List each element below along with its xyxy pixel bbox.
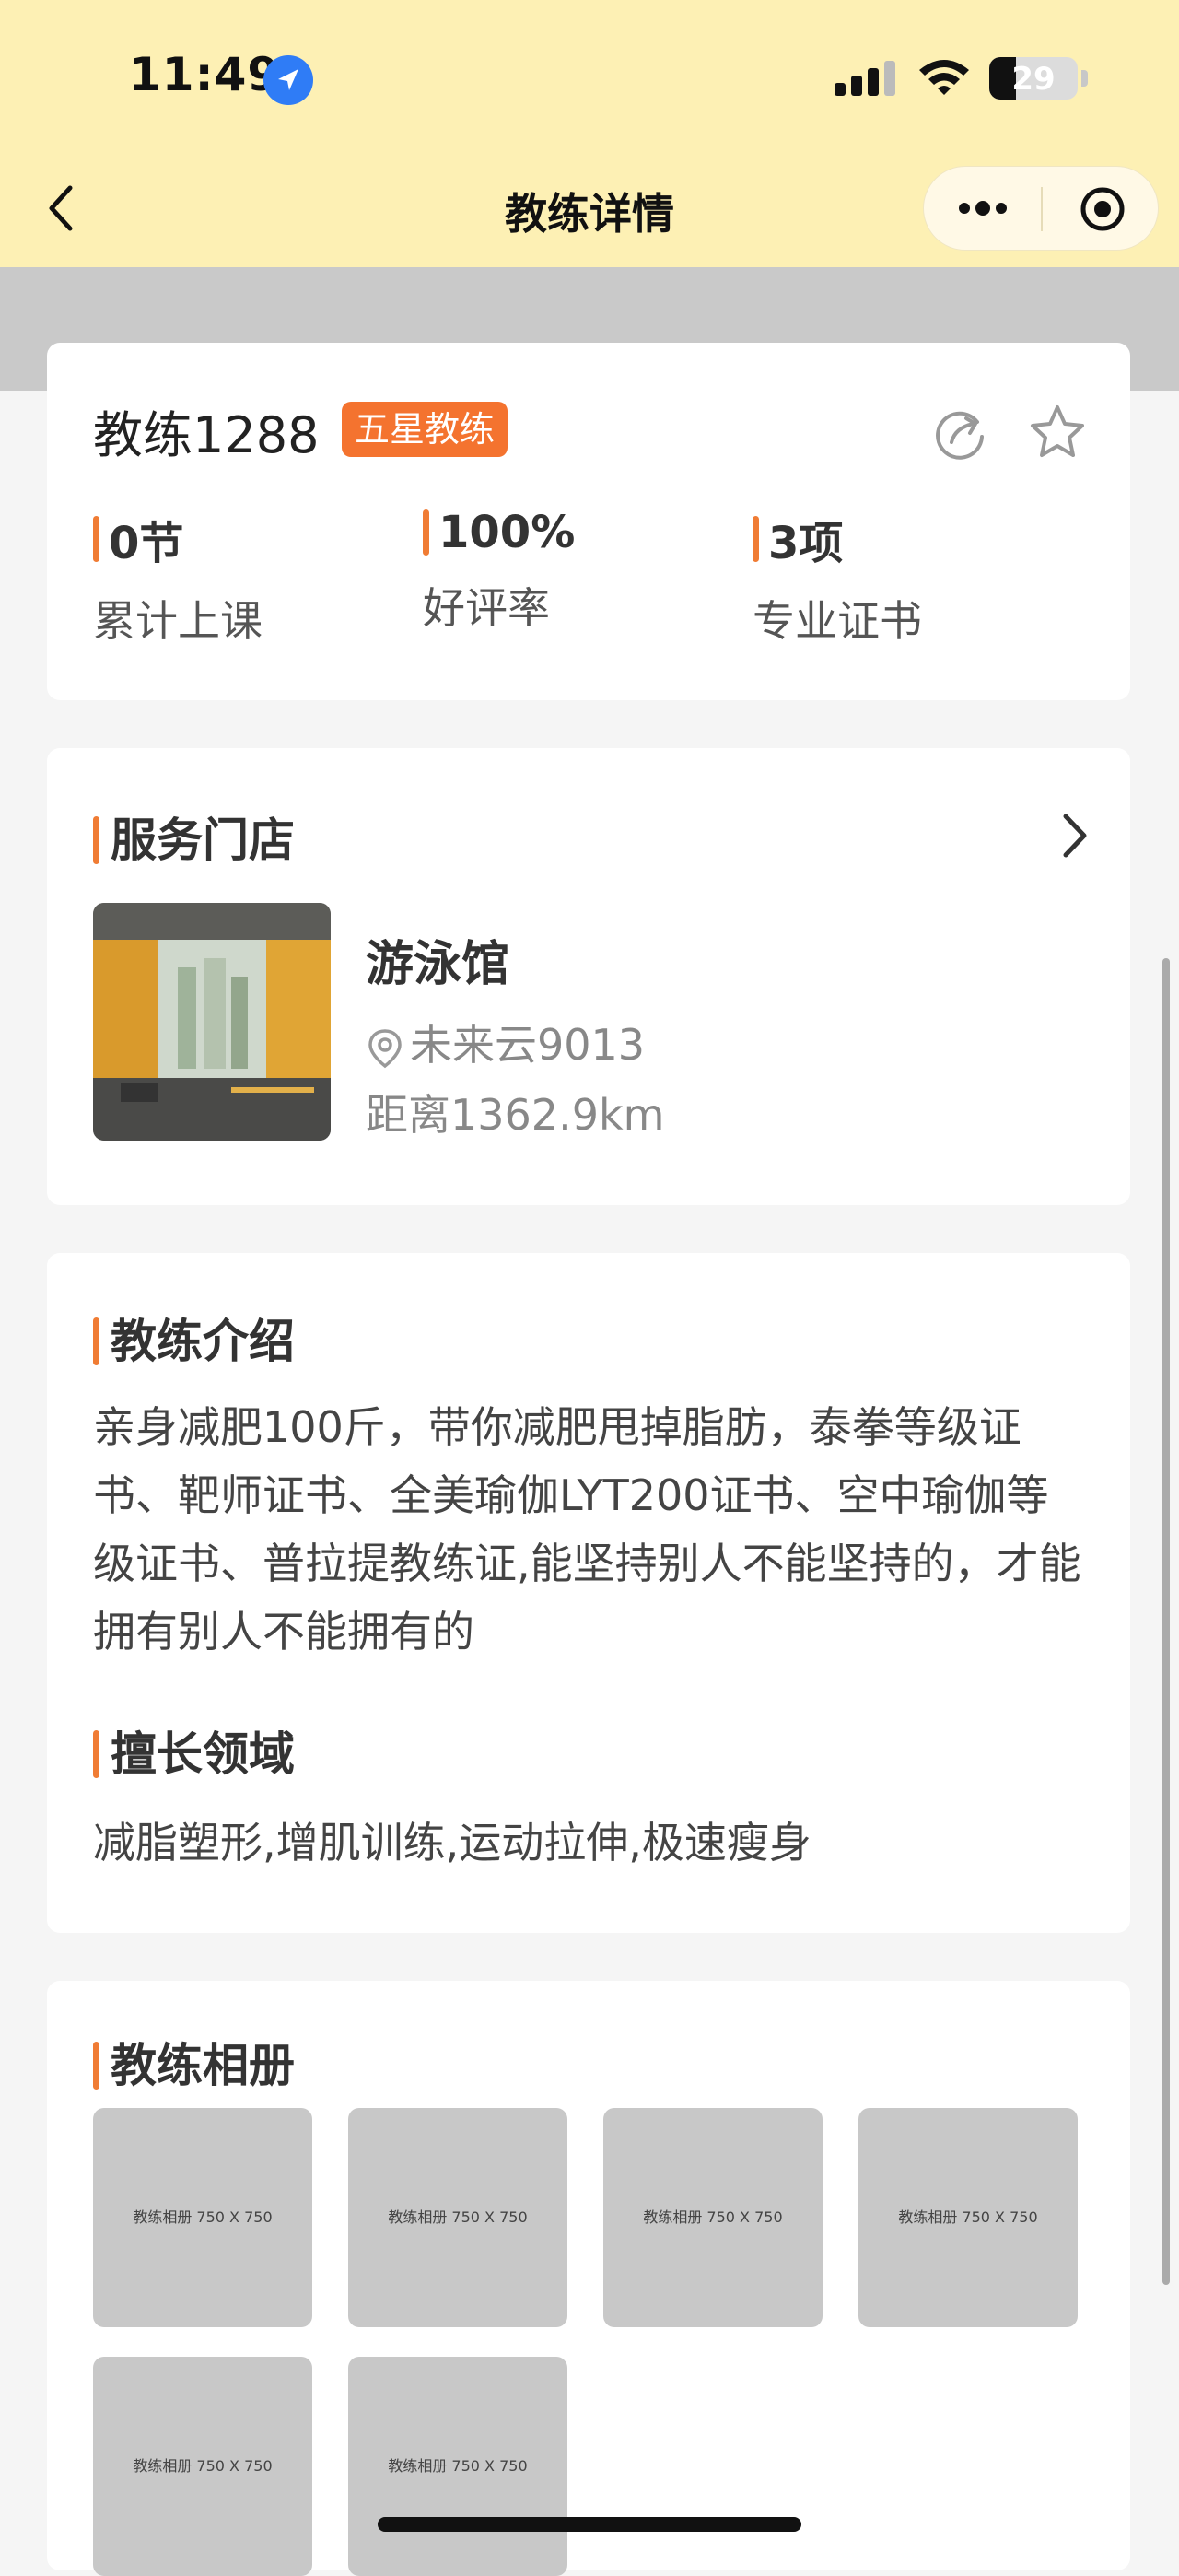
- stat-classes: 0节 累计上课: [93, 507, 263, 649]
- coach-level-badge: 五星教练: [342, 402, 508, 457]
- battery-tip: [1081, 70, 1088, 87]
- chevron-right-icon[interactable]: [1056, 809, 1093, 862]
- skills-text: 减脂塑形,增肌训练,运动拉伸,极速瘦身: [93, 1818, 811, 1868]
- album-photo[interactable]: 教练相册 750 X 750: [93, 2108, 312, 2327]
- coach-intro-card: 教练介绍 亲身减肥100斤，带你减肥甩掉脂肪，泰拳等级证书、靶师证书、全美瑜伽L…: [47, 1253, 1130, 1933]
- status-time: 11:49: [129, 48, 281, 101]
- section-title-text: 服务门店: [111, 814, 295, 867]
- coach-info-card: 教练1288 五星教练 0节 累计上课 100% 好评率 3项 专业证书: [47, 343, 1130, 700]
- cellular-signal-icon: [835, 61, 895, 96]
- close-target-icon[interactable]: [1079, 185, 1126, 233]
- more-dots-icon[interactable]: [955, 194, 1010, 222]
- service-store-card[interactable]: 服务门店 游泳馆 未来云9013 距离1362.9km: [47, 748, 1130, 1205]
- album-photo[interactable]: 教练相册 750 X 750: [93, 2357, 312, 2576]
- store-distance: 距离1362.9km: [366, 1090, 665, 1140]
- section-title: 服务门店: [93, 803, 295, 870]
- coach-album-card: 教练相册 教练相册 750 X 750 教练相册 750 X 750 教练相册 …: [47, 1981, 1130, 2576]
- album-photo[interactable]: 教练相册 750 X 750: [348, 2108, 567, 2327]
- top-bar: 11:49 29 教练详情: [0, 0, 1179, 267]
- coach-name: 教练1288: [93, 406, 320, 464]
- accent-bar: [753, 516, 759, 562]
- album-photo[interactable]: 教练相册 750 X 750: [858, 2108, 1078, 2327]
- accent-bar: [93, 1317, 99, 1365]
- stat-label: 累计上课: [93, 596, 263, 646]
- store-address-text: 未来云9013: [410, 1020, 646, 1070]
- store-name: 游泳馆: [366, 937, 510, 992]
- album-photo[interactable]: 教练相册 750 X 750: [603, 2108, 823, 2327]
- star-icon[interactable]: [1027, 402, 1088, 463]
- stat-label: 专业证书: [753, 596, 922, 646]
- section-title-text: 教练介绍: [111, 1315, 295, 1368]
- stat-rating: 100% 好评率: [423, 507, 575, 636]
- section-title: 教练相册: [93, 2029, 295, 2095]
- location-arrow-icon: [263, 55, 313, 105]
- accent-bar: [93, 1729, 99, 1778]
- accent-bar: [93, 516, 99, 562]
- accent-bar: [423, 509, 429, 556]
- capsule-divider: [1041, 187, 1043, 231]
- battery-level: 29: [1011, 61, 1056, 98]
- stat-label: 好评率: [423, 583, 550, 633]
- accent-bar: [93, 815, 99, 864]
- mini-program-capsule: [923, 166, 1159, 251]
- wifi-icon: [919, 60, 969, 95]
- accent-bar: [93, 2041, 99, 2090]
- section-title: 教练介绍: [93, 1305, 295, 1371]
- section-title-text: 教练相册: [111, 2039, 295, 2092]
- stat-certificates: 3项 专业证书: [753, 507, 922, 649]
- store-address: 未来云9013: [366, 1012, 645, 1072]
- section-title: 擅长领域: [93, 1717, 295, 1784]
- section-title-text: 擅长领域: [111, 1727, 295, 1781]
- stat-value: 0节: [109, 518, 184, 569]
- location-pin-icon: [368, 1028, 402, 1068]
- stat-value: 3项: [768, 518, 844, 569]
- home-indicator: [378, 2517, 801, 2532]
- album-photo[interactable]: 教练相册 750 X 750: [348, 2357, 567, 2576]
- store-photo[interactable]: [93, 903, 331, 1141]
- intro-text: 亲身减肥100斤，带你减肥甩掉脂肪，泰拳等级证书、靶师证书、全美瑜伽LYT200…: [93, 1402, 1081, 1657]
- share-icon[interactable]: [931, 405, 988, 463]
- battery-icon: 29: [989, 57, 1078, 100]
- stat-value: 100%: [438, 507, 576, 558]
- scrollbar[interactable]: [1162, 958, 1170, 2285]
